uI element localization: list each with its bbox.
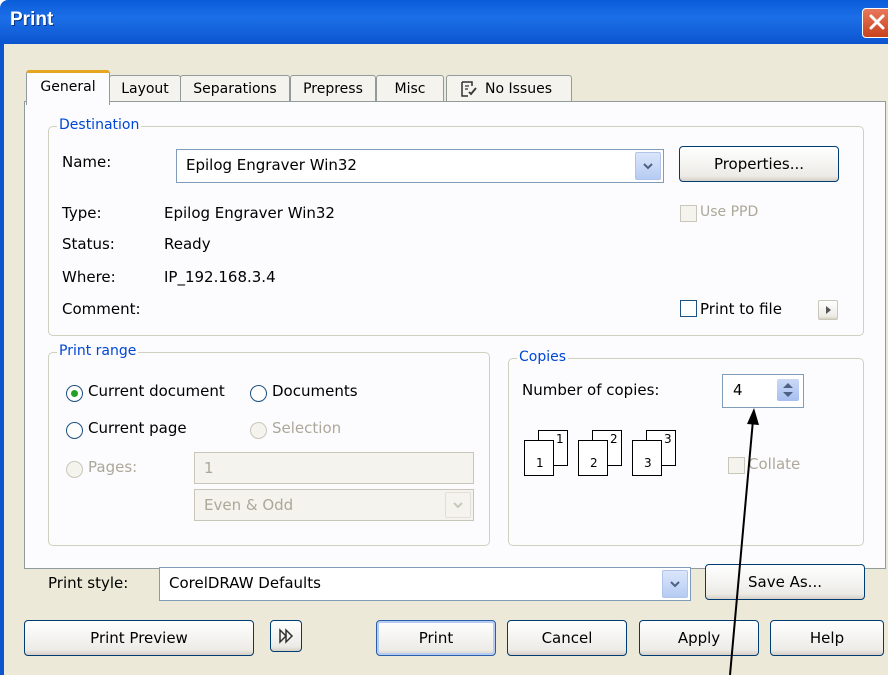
page-root: Print General Layout Separations Prepres…: [0, 0, 888, 675]
print-dialog: Print General Layout Separations Prepres…: [0, 0, 888, 675]
annotation-arrow: [729, 408, 759, 675]
